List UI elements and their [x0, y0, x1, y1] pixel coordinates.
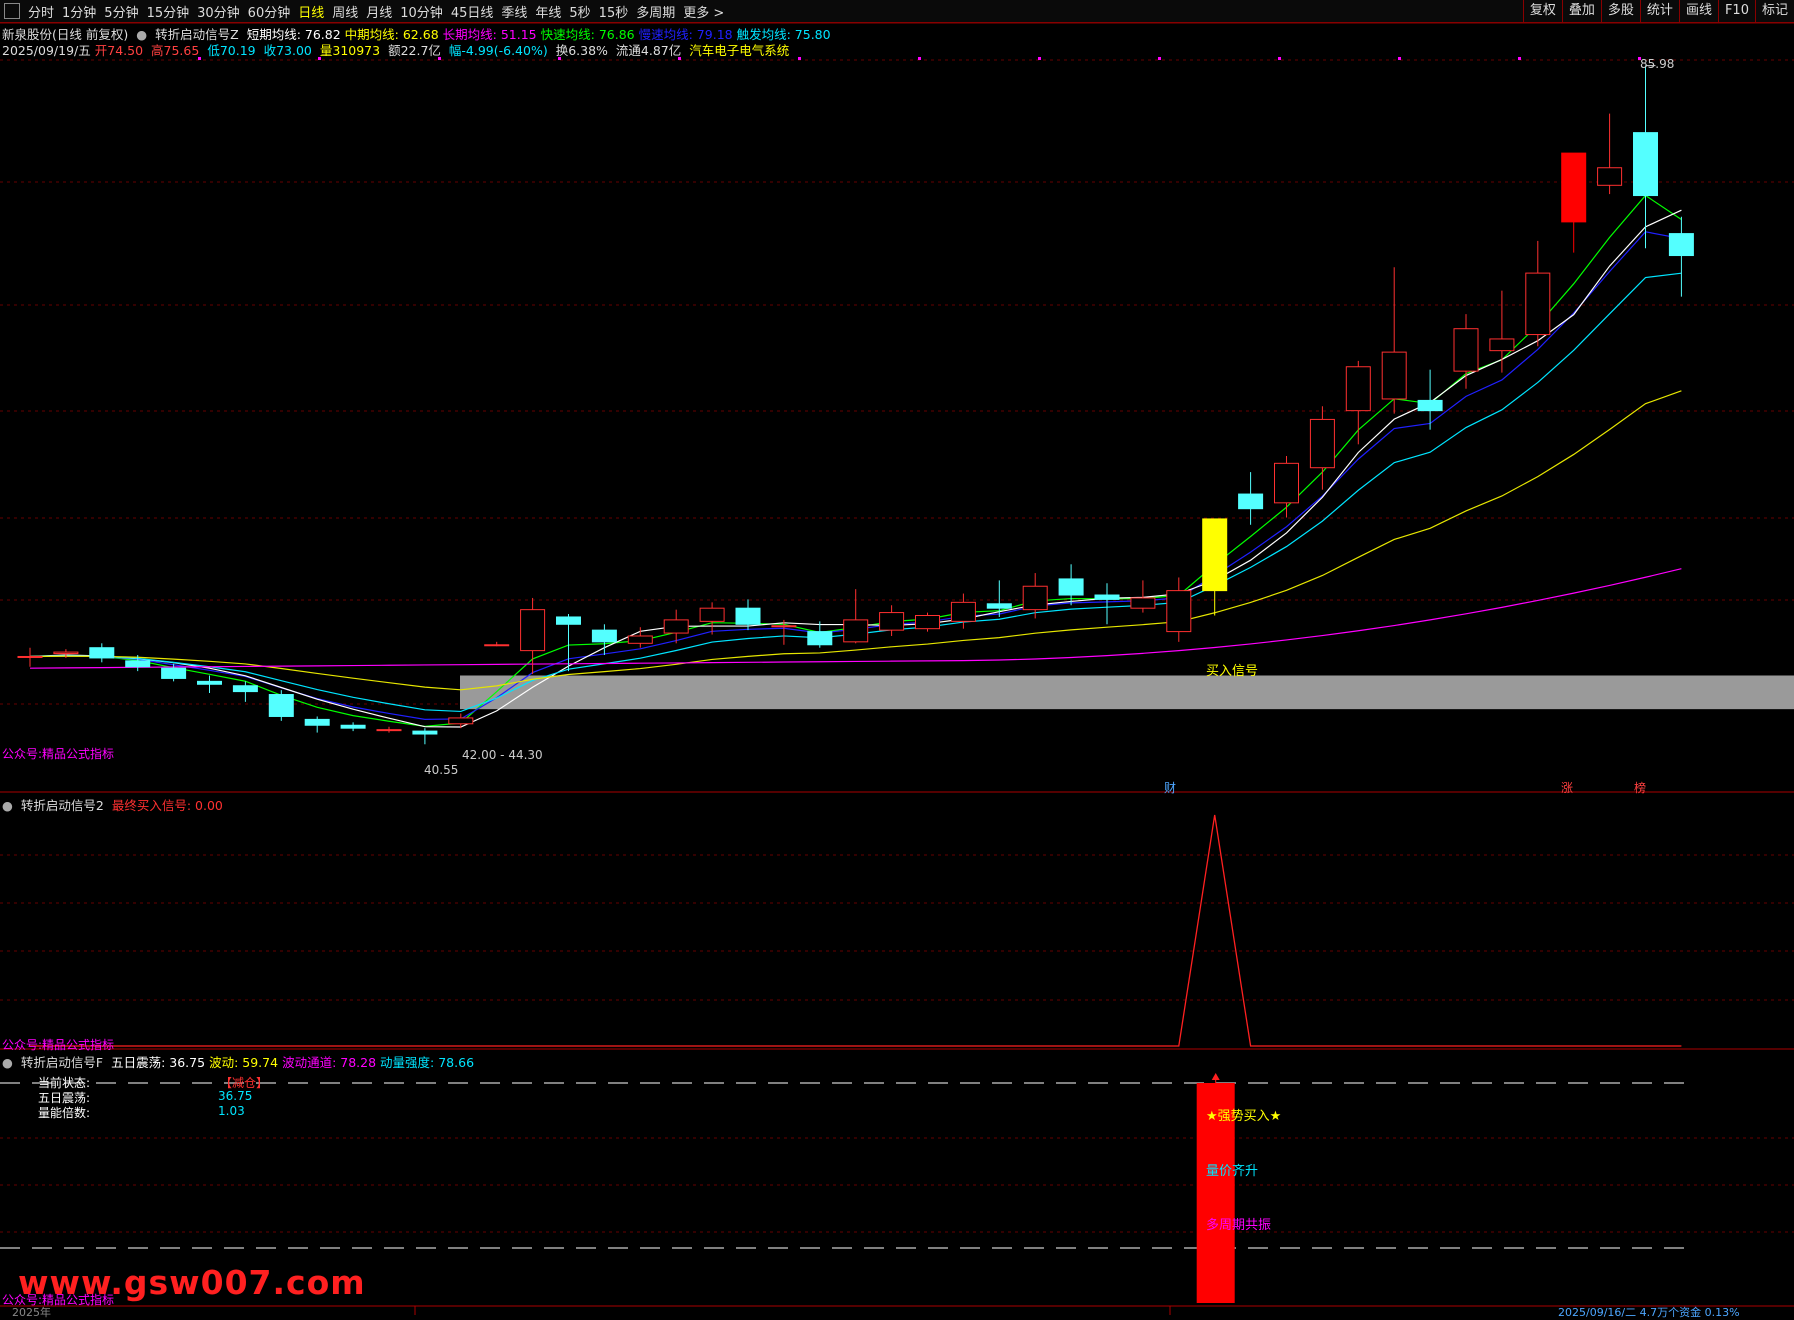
- status-value-1: 36.75: [218, 1089, 253, 1103]
- candle-body-35: [1274, 462, 1299, 504]
- top-marker-2: [438, 57, 441, 60]
- bottom-right-info: 2025/09/16/二 4.7万个资金 0.13%: [1558, 1306, 1740, 1319]
- candle-body-30: [1094, 594, 1120, 600]
- candle-body-21: [771, 625, 797, 628]
- candle-body-4: [161, 667, 187, 679]
- sub2-indicator-name[interactable]: 转折启动信号F: [21, 1055, 103, 1070]
- candle-body-34: [1238, 493, 1264, 510]
- sub1-settings-icon[interactable]: ●: [2, 798, 13, 813]
- candle-body-22: [807, 631, 833, 646]
- top-marker-3: [558, 57, 561, 60]
- candle-body-5: [197, 680, 222, 685]
- sub1-header: ● 转折启动信号2 最终买入信号: 0.00: [2, 795, 227, 814]
- sub2-params: 五日震荡: 36.75 波动: 59.74 波动通道: 78.28 动量强度: 78.…: [111, 1055, 478, 1070]
- price-low-label: 40.55: [424, 763, 459, 777]
- candle-body-17: [627, 635, 653, 644]
- sub2-param-1: 波动: 59.74: [209, 1055, 279, 1070]
- signal-label-0: ★强势买入★: [1206, 1109, 1282, 1124]
- candle-body-6: [232, 685, 258, 693]
- candle-body-10: [376, 729, 402, 732]
- candle-body-44: [1597, 167, 1623, 186]
- candle-body-18: [663, 619, 689, 634]
- candle-body-16: [591, 629, 617, 643]
- sub1-param: 最终买入信号: 0.00: [111, 798, 223, 813]
- candle-body-3: [125, 660, 151, 668]
- range-label: 42.00 - 44.30: [462, 748, 543, 762]
- candle-body-20: [735, 607, 761, 625]
- trigger-ma-line: [29, 272, 1682, 713]
- candle-body-31: [1130, 597, 1156, 609]
- top-marker-11: [1518, 57, 1521, 60]
- candle-body-29: [1058, 578, 1084, 596]
- signal-label-1: 量价齐升: [1206, 1164, 1259, 1179]
- buy-signal-label: 买入信号: [1206, 664, 1259, 679]
- candle-body-46: [1668, 233, 1694, 257]
- sub2-param-0: 五日震荡: 36.75: [111, 1055, 206, 1070]
- marker-cai[interactable]: 财: [1164, 779, 1176, 796]
- sub2-header: ● 转折启动信号F 五日震荡: 36.75 波动: 59.74 波动通道: 78.2…: [2, 1052, 482, 1071]
- candle-body-36: [1309, 418, 1335, 469]
- top-marker-10: [1398, 57, 1401, 60]
- candle-body-39: [1417, 399, 1443, 412]
- top-marker-7: [1038, 57, 1041, 60]
- candle-body-32: [1166, 590, 1192, 633]
- sub2-settings-icon[interactable]: ●: [2, 1055, 13, 1070]
- candle-body-19: [699, 607, 725, 622]
- signal-label-2: 多周期共振: [1206, 1218, 1272, 1233]
- sub1-indicator-name[interactable]: 转折启动信号2: [21, 798, 104, 813]
- main-footer-label: 公众号:精品公式指标: [2, 747, 115, 761]
- top-marker-9: [1278, 57, 1281, 60]
- candle-body-42: [1525, 272, 1551, 336]
- candle-body-33: [1202, 518, 1228, 592]
- top-marker-1: [318, 57, 321, 60]
- candle-body-14: [520, 609, 546, 652]
- candle-body-38: [1381, 351, 1407, 400]
- consolidation-band: [460, 675, 1794, 710]
- mid-ma-line: [29, 390, 1682, 691]
- candle-body-23: [843, 619, 869, 643]
- sub2-param-2: 波动通道: 78.28: [282, 1055, 377, 1070]
- candle-body-37: [1345, 366, 1371, 412]
- candle-body-12: [448, 717, 474, 725]
- price-high-label: 85.98: [1640, 57, 1675, 71]
- candle-body-8: [304, 718, 330, 726]
- candle-body-1: [53, 651, 79, 655]
- final-buy-signal-line: [30, 814, 1682, 1047]
- candle-body-9: [340, 724, 366, 729]
- marker-bang[interactable]: 榜: [1634, 779, 1646, 796]
- candle-body-13: [484, 644, 510, 647]
- status-label-2: 量能倍数:: [38, 1106, 91, 1120]
- bottom-date: 2025年: [12, 1306, 51, 1319]
- candle-body-2: [89, 647, 115, 659]
- top-marker-5: [798, 57, 801, 60]
- candle-body-24: [879, 612, 905, 631]
- candle-body-45: [1633, 132, 1658, 197]
- candle-body-43: [1561, 152, 1587, 223]
- candle-body-28: [1022, 585, 1048, 611]
- candle-body-40: [1453, 328, 1479, 372]
- marker-zhang[interactable]: 涨: [1561, 779, 1573, 796]
- top-marker-0: [198, 57, 201, 60]
- candle-body-11: [412, 730, 438, 735]
- candle-body-7: [268, 694, 294, 717]
- candle-body-0: [17, 655, 43, 658]
- candle-body-25: [915, 615, 940, 630]
- sub1-footer-label: 公众号:精品公式指标: [2, 1038, 115, 1052]
- candle-body-27: [986, 603, 1012, 609]
- top-marker-6: [918, 57, 921, 60]
- kline-chart[interactable]: [0, 0, 1794, 1315]
- candle-body-26: [950, 601, 976, 622]
- candle-body-15: [556, 616, 581, 625]
- fast-ma-line: [29, 194, 1682, 727]
- top-marker-8: [1158, 57, 1161, 60]
- top-marker-4: [678, 57, 681, 60]
- watermark: www.gsw007.com: [18, 1263, 366, 1302]
- candle-body-41: [1489, 338, 1515, 352]
- status-value-2: 1.03: [218, 1104, 245, 1118]
- sub2-param-3: 动量强度: 78.66: [380, 1055, 475, 1070]
